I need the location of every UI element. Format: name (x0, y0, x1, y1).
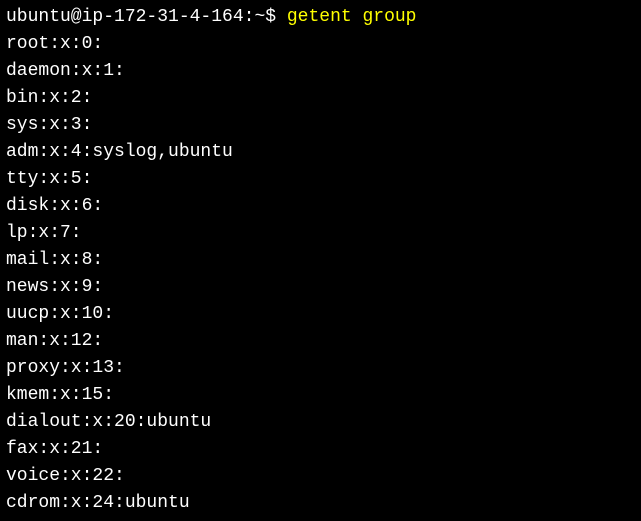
output-line: sys:x:3: (6, 115, 92, 135)
output-line: tty:x:5: (6, 169, 92, 189)
terminal[interactable]: ubuntu@ip-172-31-4-164:~$ getent group r… (0, 0, 641, 521)
output-line: adm:x:4:syslog,ubuntu (6, 142, 233, 162)
output-line: fax:x:21: (6, 439, 103, 459)
output-line: man:x:12: (6, 331, 103, 351)
output-line: uucp:x:10: (6, 304, 114, 324)
output-line: dialout:x:20:ubuntu (6, 412, 211, 432)
output-line: kmem:x:15: (6, 385, 114, 405)
output-line: voice:x:22: (6, 466, 125, 486)
output-line: news:x:9: (6, 277, 103, 297)
output-line: lp:x:7: (6, 223, 82, 243)
output-line: bin:x:2: (6, 88, 92, 108)
output-line: cdrom:x:24:ubuntu (6, 493, 190, 513)
shell-prompt: ubuntu@ip-172-31-4-164:~$ (6, 7, 287, 27)
output-line: root:x:0: (6, 34, 103, 54)
output-line: daemon:x:1: (6, 61, 125, 81)
output-line: proxy:x:13: (6, 358, 125, 378)
output-line: disk:x:6: (6, 196, 103, 216)
output-line: mail:x:8: (6, 250, 103, 270)
command-text: getent group (287, 7, 417, 27)
